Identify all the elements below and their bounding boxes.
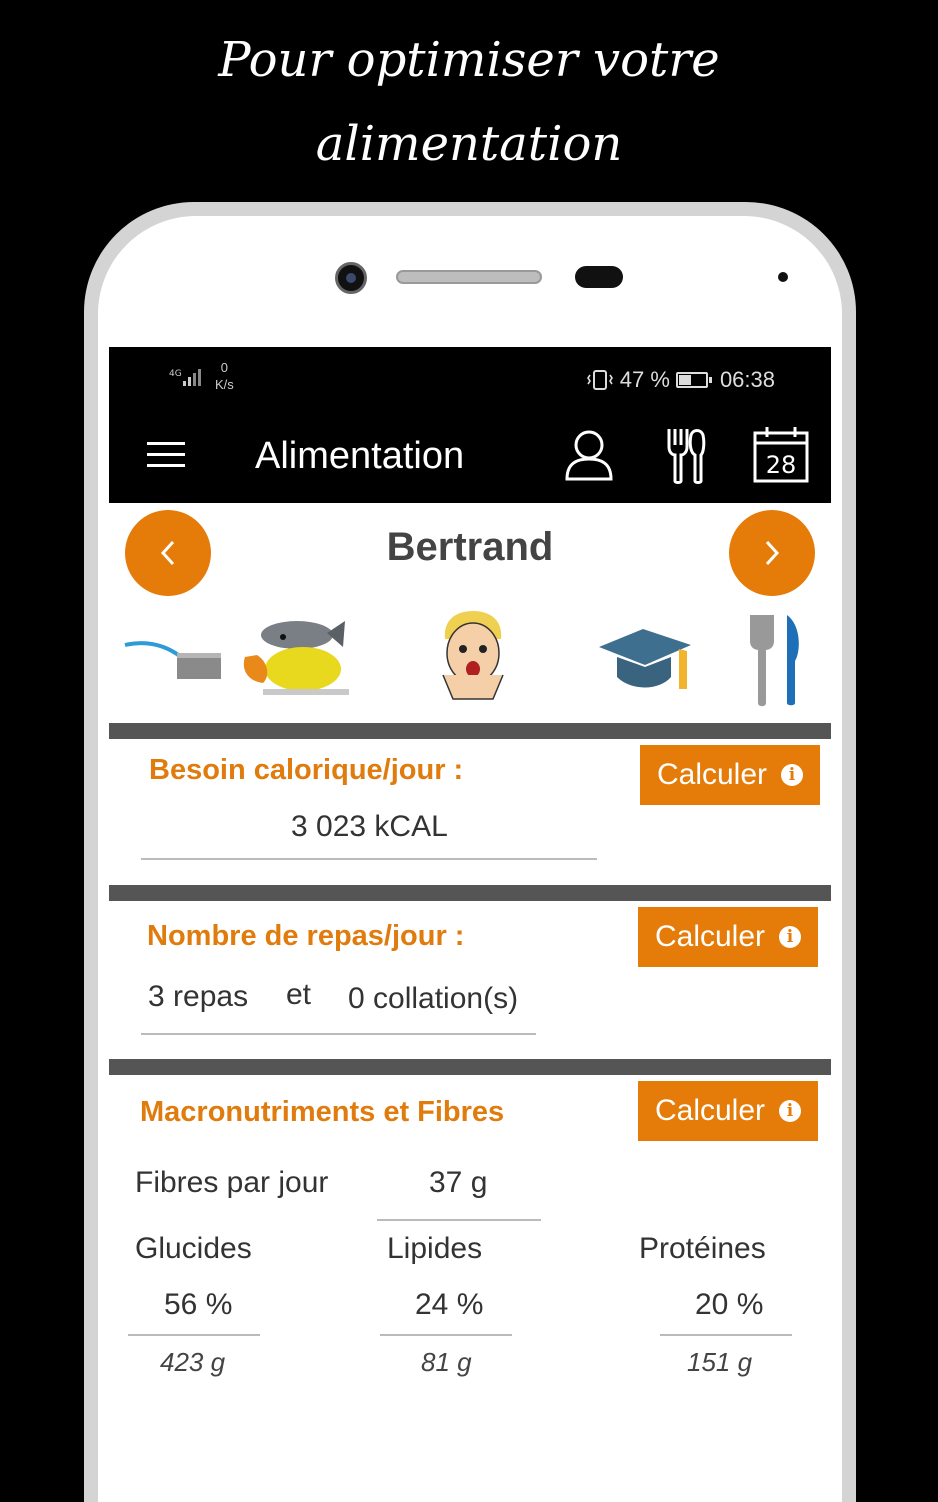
meals-label: Nombre de repas/jour : bbox=[147, 920, 465, 952]
headline-line2: alimentation bbox=[315, 116, 623, 172]
front-camera bbox=[335, 262, 367, 294]
pan-icon[interactable] bbox=[123, 635, 223, 685]
fish-chicken-icon[interactable] bbox=[237, 613, 353, 703]
status-right: 47 % 06:38 bbox=[586, 367, 775, 393]
glucides-label: Glucides bbox=[135, 1232, 252, 1265]
info-icon: i bbox=[779, 926, 802, 948]
lipides-label: Lipides bbox=[387, 1232, 483, 1265]
meals-count[interactable]: 3 repas bbox=[148, 980, 248, 1014]
calculate-calories-label: Calculer bbox=[656, 758, 768, 791]
proximity-sensor bbox=[575, 266, 623, 288]
meals-et: et bbox=[286, 978, 312, 1011]
status-bar: 4G 0 K/s 47 % 06:38 bbox=[109, 347, 831, 409]
section-divider bbox=[109, 723, 831, 739]
app-bar: Alimentation 28 bbox=[109, 409, 831, 503]
fibres-underline bbox=[377, 1219, 541, 1221]
data-speed: 0 K/s bbox=[215, 359, 234, 393]
info-icon: i bbox=[781, 764, 804, 786]
calculate-macros-label: Calculer bbox=[654, 1094, 766, 1127]
chevron-right-icon bbox=[765, 540, 780, 566]
next-person-button[interactable] bbox=[729, 510, 815, 596]
macros-label: Macronutriments et Fibres bbox=[140, 1096, 505, 1128]
signal-icon: 4G bbox=[169, 369, 201, 386]
calories-label: Besoin calorique/jour : bbox=[149, 754, 464, 786]
calendar-icon[interactable]: 28 bbox=[751, 425, 811, 485]
calories-underline bbox=[141, 858, 597, 860]
worried-face-icon[interactable] bbox=[435, 609, 511, 705]
menu-icon[interactable] bbox=[147, 442, 185, 470]
glucides-grams: 423 g bbox=[160, 1347, 226, 1377]
calories-value[interactable]: 3 023 kCAL bbox=[291, 810, 448, 844]
section-divider bbox=[109, 885, 831, 901]
lipides-underline bbox=[380, 1334, 512, 1336]
fibres-label: Fibres par jour bbox=[135, 1166, 329, 1199]
user-icon[interactable] bbox=[559, 425, 619, 485]
fork-knife-icon[interactable] bbox=[745, 611, 805, 707]
speed-unit: K/s bbox=[215, 377, 234, 392]
calculate-meals-button[interactable]: Calculer i bbox=[638, 907, 818, 967]
proteines-label: Protéines bbox=[639, 1232, 766, 1265]
section-divider bbox=[109, 1059, 831, 1075]
calendar-day: 28 bbox=[766, 451, 797, 479]
clock: 06:38 bbox=[719, 367, 775, 392]
person-name: Bertrand bbox=[386, 525, 554, 569]
calculate-meals-label: Calculer bbox=[654, 920, 766, 953]
category-icons bbox=[109, 607, 831, 717]
light-sensor bbox=[778, 272, 788, 282]
headline-line1: Pour optimiser votre bbox=[218, 32, 720, 88]
info-icon: i bbox=[779, 1100, 802, 1122]
glucides-percent[interactable]: 56 % bbox=[164, 1288, 232, 1322]
lipides-percent[interactable]: 24 % bbox=[415, 1288, 483, 1322]
graduation-cap-icon[interactable] bbox=[595, 619, 695, 699]
earpiece-speaker bbox=[396, 270, 542, 284]
calculate-calories-button[interactable]: Calculer i bbox=[640, 745, 820, 805]
battery-percent: 47 % bbox=[619, 367, 670, 392]
app-screen: 4G 0 K/s 47 % 06:38 Alimentation 28 Bert… bbox=[109, 347, 831, 1470]
glucides-underline bbox=[128, 1334, 260, 1336]
speed-value: 0 bbox=[220, 360, 229, 375]
app-title: Alimentation bbox=[255, 435, 465, 477]
network-type: 4G bbox=[169, 369, 182, 379]
cutlery-icon[interactable] bbox=[655, 425, 715, 485]
proteines-percent[interactable]: 20 % bbox=[695, 1288, 763, 1322]
battery-icon bbox=[675, 372, 712, 388]
calculate-macros-button[interactable]: Calculer i bbox=[638, 1081, 818, 1141]
proteines-underline bbox=[660, 1334, 792, 1336]
lipides-grams: 81 g bbox=[421, 1347, 472, 1377]
snacks-count[interactable]: 0 collation(s) bbox=[348, 982, 518, 1016]
vibrate-icon bbox=[586, 370, 613, 390]
meals-underline bbox=[141, 1033, 536, 1035]
proteines-grams: 151 g bbox=[687, 1347, 753, 1377]
fibres-value[interactable]: 37 g bbox=[429, 1166, 487, 1200]
